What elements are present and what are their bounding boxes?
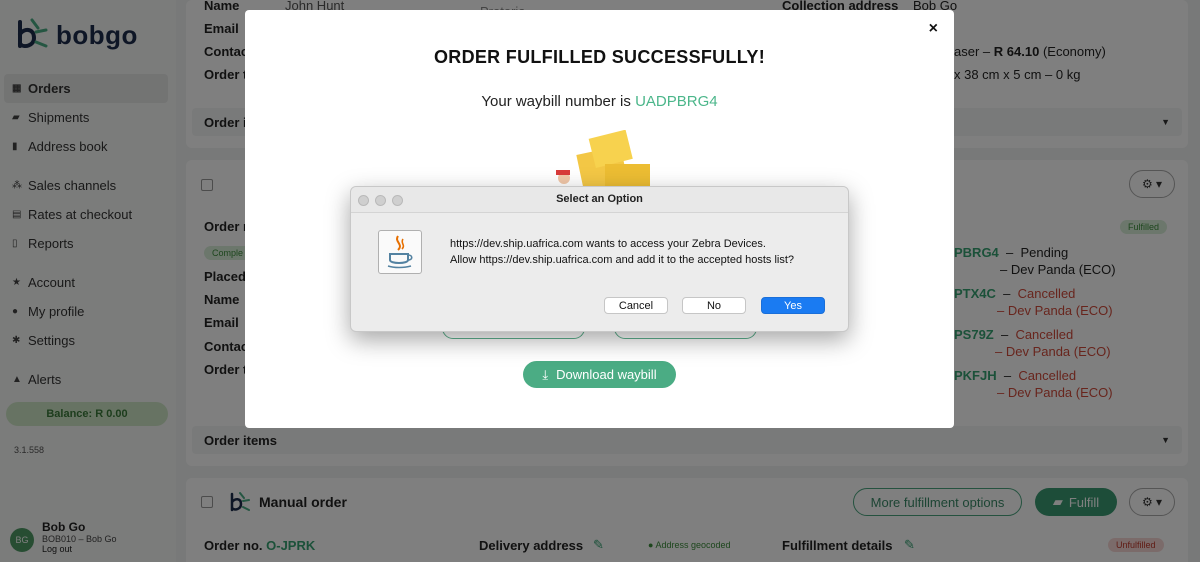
cancel-button[interactable]: Cancel [604,297,668,314]
modal-title: ORDER FULFILLED SUCCESSFULLY! [433,47,766,67]
waybill-message: Your waybill number is UADPBRG4 [245,93,954,110]
java-icon [378,230,422,274]
dialog-message-line: https://dev.ship.uafrica.com wants to ac… [450,238,766,250]
download-label: Download waybill [556,367,657,382]
download-waybill-button[interactable]: ⤓ Download waybill [523,361,676,388]
select-option-dialog: Select an Option https://dev.ship.uafric… [350,186,849,332]
dialog-titlebar[interactable]: Select an Option [351,187,848,213]
yes-button[interactable]: Yes [761,297,825,314]
dialog-message-line: Allow https://dev.ship.uafrica.com and a… [450,254,795,266]
dialog-message: https://dev.ship.uafrica.com wants to ac… [450,236,794,268]
dialog-title: Select an Option [556,193,643,205]
close-icon[interactable]: × [929,20,938,38]
waybill-prefix: Your waybill number is [481,93,631,110]
download-icon: ⤓ [542,366,549,382]
no-button[interactable]: No [682,297,746,314]
waybill-number: UADPBRG4 [635,93,718,110]
